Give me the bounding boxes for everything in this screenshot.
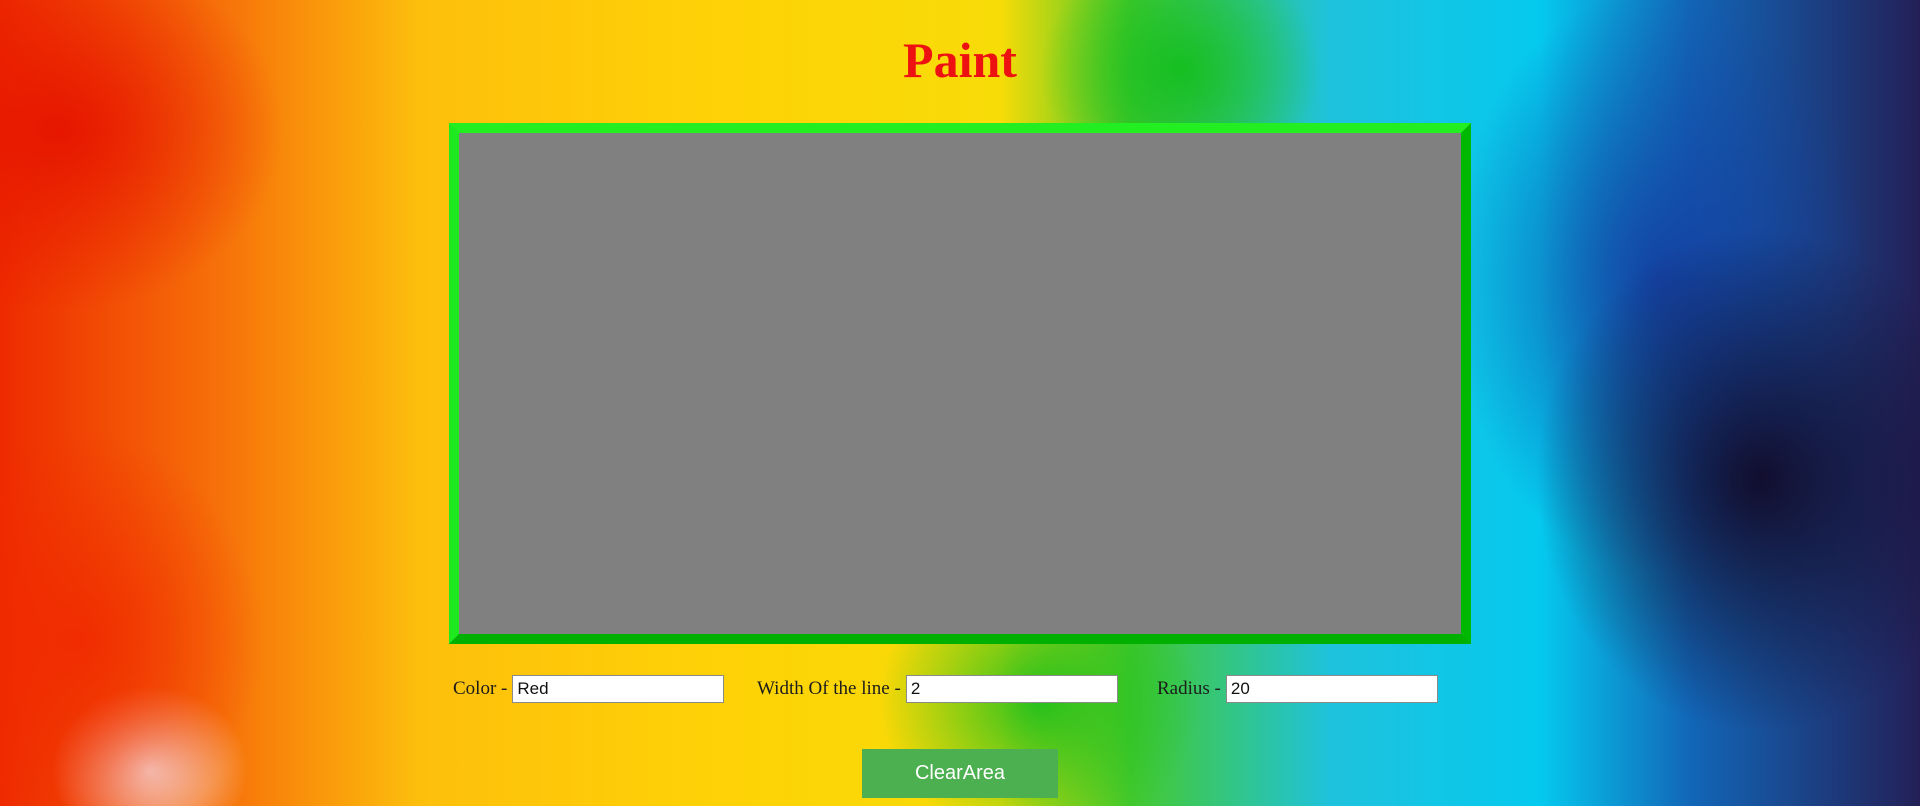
- color-input[interactable]: [512, 675, 725, 703]
- line-width-input[interactable]: [905, 675, 1118, 703]
- radius-label: Radius -: [1157, 678, 1221, 699]
- line-width-control: Width Of the line -: [757, 674, 1118, 704]
- clear-area-button[interactable]: ClearArea: [862, 749, 1058, 798]
- page-title: Paint: [903, 32, 1017, 88]
- color-control: Color -: [453, 674, 725, 704]
- radius-control: Radius -: [1157, 674, 1438, 704]
- line-width-label: Width Of the line -: [757, 678, 901, 699]
- radius-input[interactable]: [1225, 675, 1438, 703]
- drawing-canvas[interactable]: [449, 123, 1471, 644]
- color-label: Color -: [453, 678, 508, 699]
